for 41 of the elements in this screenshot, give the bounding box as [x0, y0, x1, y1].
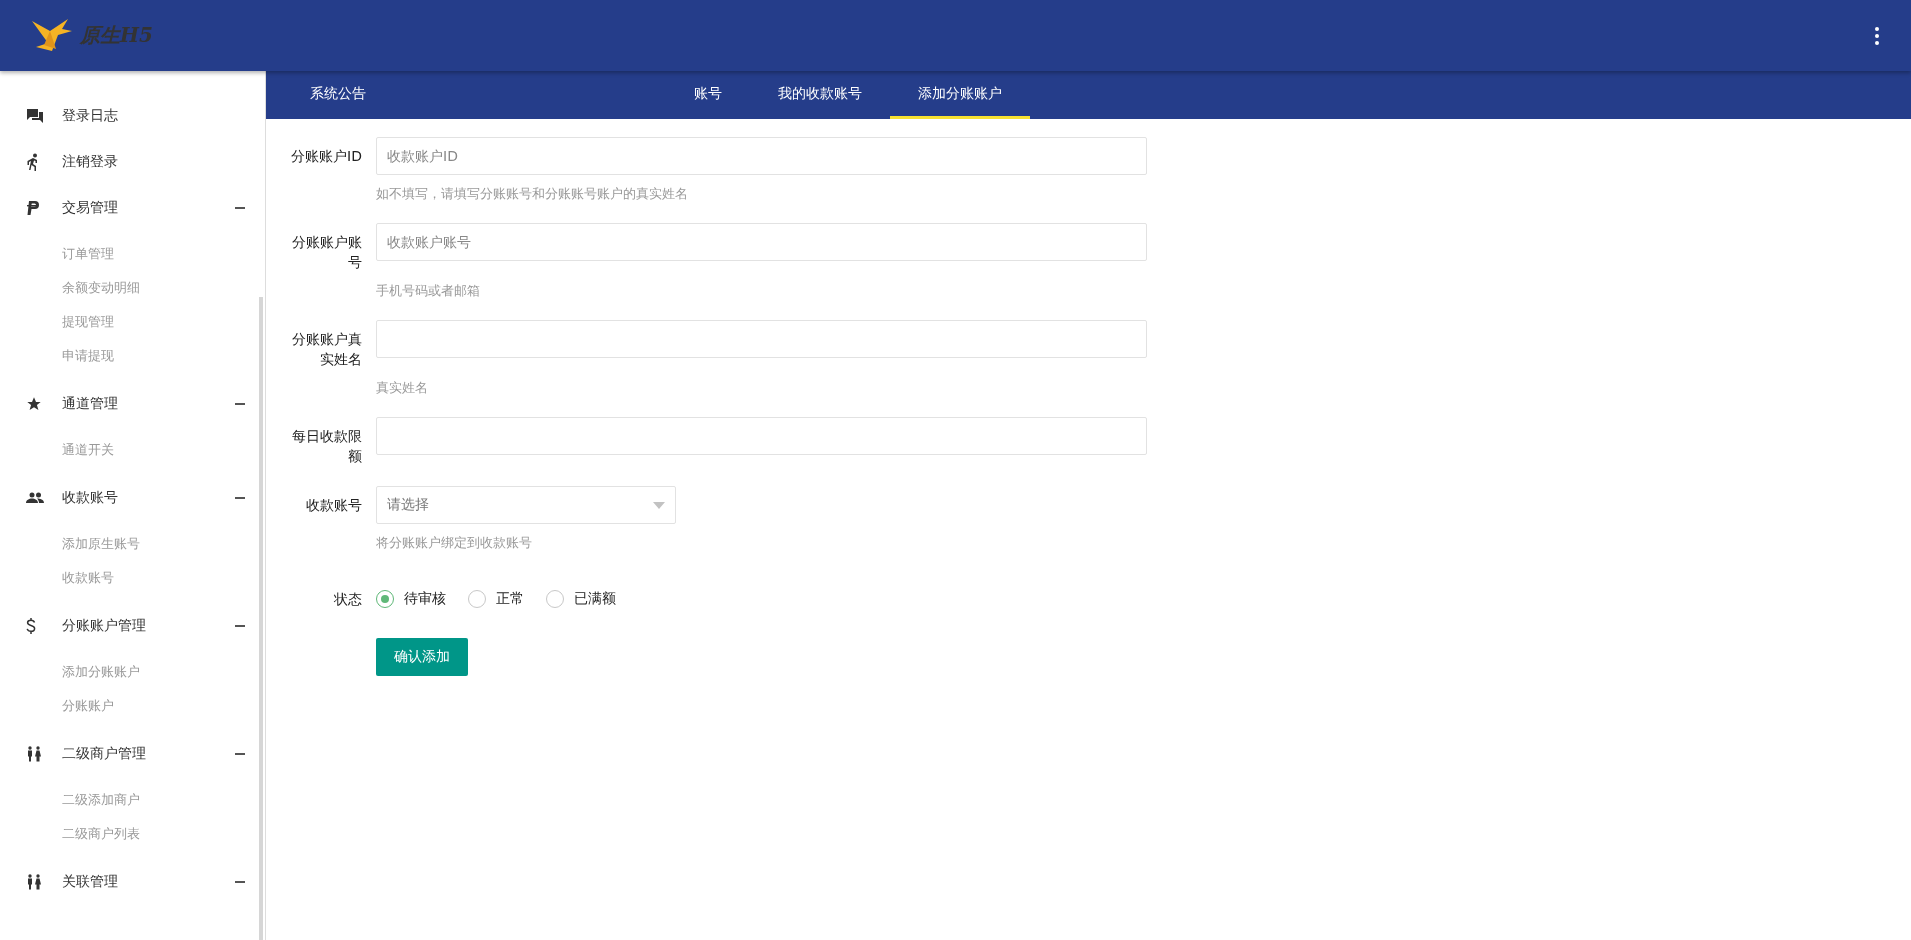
sidebar-group-header[interactable]: 关联管理: [0, 859, 265, 905]
field-label: 分账账户真实姓名: [291, 330, 362, 369]
sidebar-item[interactable]: 注销登录: [0, 139, 265, 185]
dollar-icon: [26, 618, 36, 634]
tab[interactable]: 系统公告: [282, 71, 394, 119]
restroom-icon: [26, 874, 42, 890]
input-field[interactable]: 收款账户ID: [376, 137, 1147, 175]
input-field[interactable]: [376, 320, 1147, 358]
field-hint: 真实姓名: [376, 379, 429, 397]
tab[interactable]: 添加分账账户: [890, 71, 1030, 119]
field-hint: 将分账账户绑定到收款账号: [376, 534, 533, 552]
tab[interactable]: 账号: [694, 71, 750, 119]
sidebar-group-header[interactable]: 交易管理: [0, 185, 265, 231]
sidebar-item[interactable]: 登录日志: [0, 93, 265, 139]
field-label: 分账账户ID: [290, 147, 362, 166]
tab[interactable]: 我的收款账号: [750, 71, 890, 119]
p-letter-icon: [26, 200, 40, 216]
select-field[interactable]: 请选择: [376, 486, 676, 524]
field-label: 每日收款限额: [291, 427, 362, 466]
field-label: 收款账号: [305, 496, 362, 515]
field-hint: 手机号码或者邮箱: [376, 282, 481, 300]
field-label: 分账账户账号: [291, 233, 362, 272]
submit-button[interactable]: 确认添加: [376, 638, 468, 676]
sidebar-group-header[interactable]: 分账账户管理: [0, 603, 265, 649]
radio-option[interactable]: 正常: [468, 590, 524, 608]
caret-icon: [653, 501, 665, 509]
sidebar-group-header[interactable]: 收款账号: [0, 475, 265, 521]
field-label: 状态: [333, 590, 362, 609]
chat-icon: [26, 108, 44, 124]
input-field[interactable]: [376, 417, 1147, 455]
sidebar-group-header[interactable]: 二级商户管理: [0, 731, 265, 777]
logo-text: 原生H5: [80, 22, 153, 49]
restroom-icon: [26, 746, 42, 762]
sidebar-group-header[interactable]: 通道管理: [0, 381, 265, 427]
running-person-icon: [26, 153, 40, 171]
star-icon: [26, 396, 42, 412]
radio-option[interactable]: 待审核: [376, 590, 446, 608]
input-field[interactable]: 收款账户账号: [376, 223, 1147, 261]
people-icon: [26, 492, 44, 504]
radio-option[interactable]: 已满额: [546, 590, 616, 608]
field-hint: 如不填写，请填写分账账号和分账账号账户的真实姓名: [376, 185, 689, 203]
